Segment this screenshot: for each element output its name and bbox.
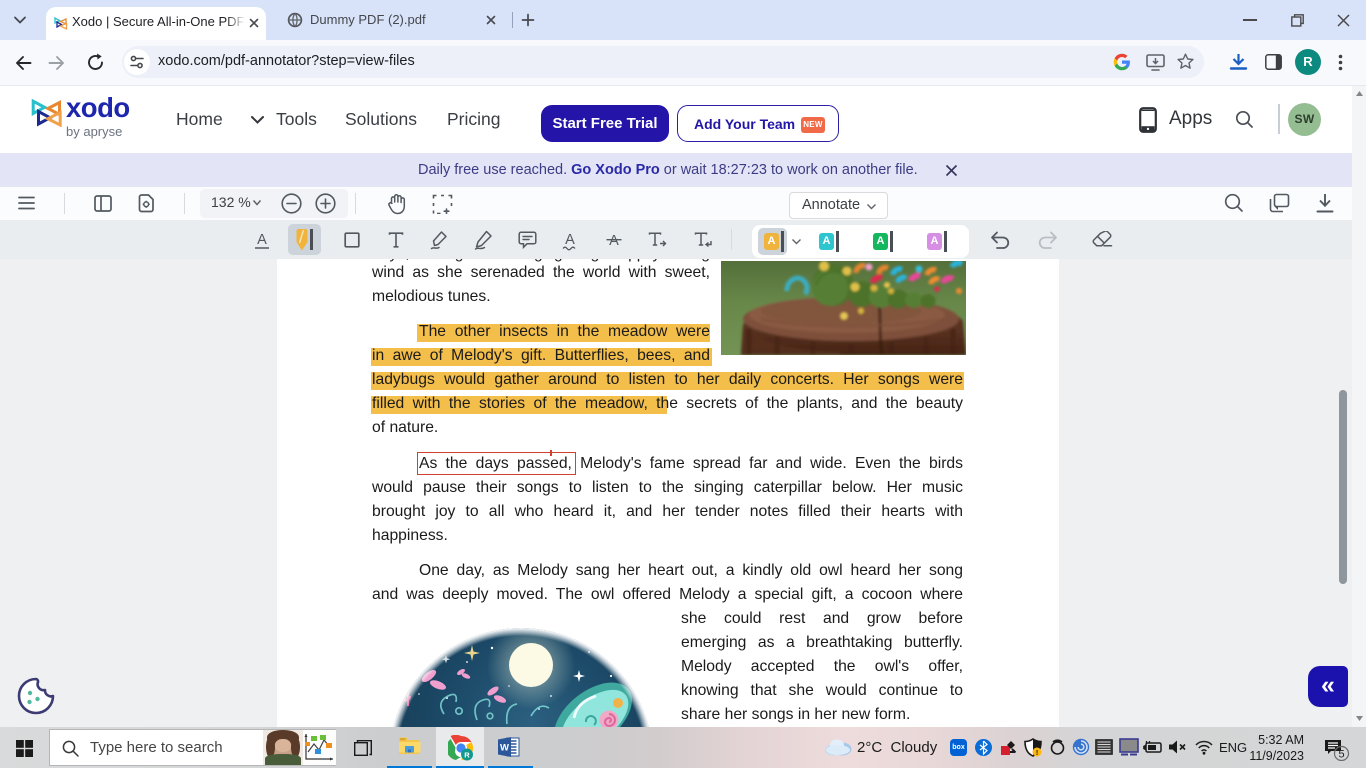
svg-text:R: R [464,751,470,760]
svg-text:5: 5 [1338,749,1344,761]
svg-text:A: A [565,232,575,248]
svg-text:A: A [609,233,619,249]
svg-text:A: A [257,232,267,248]
svg-text:W: W [500,743,509,754]
svg-text:!: ! [1036,750,1038,757]
